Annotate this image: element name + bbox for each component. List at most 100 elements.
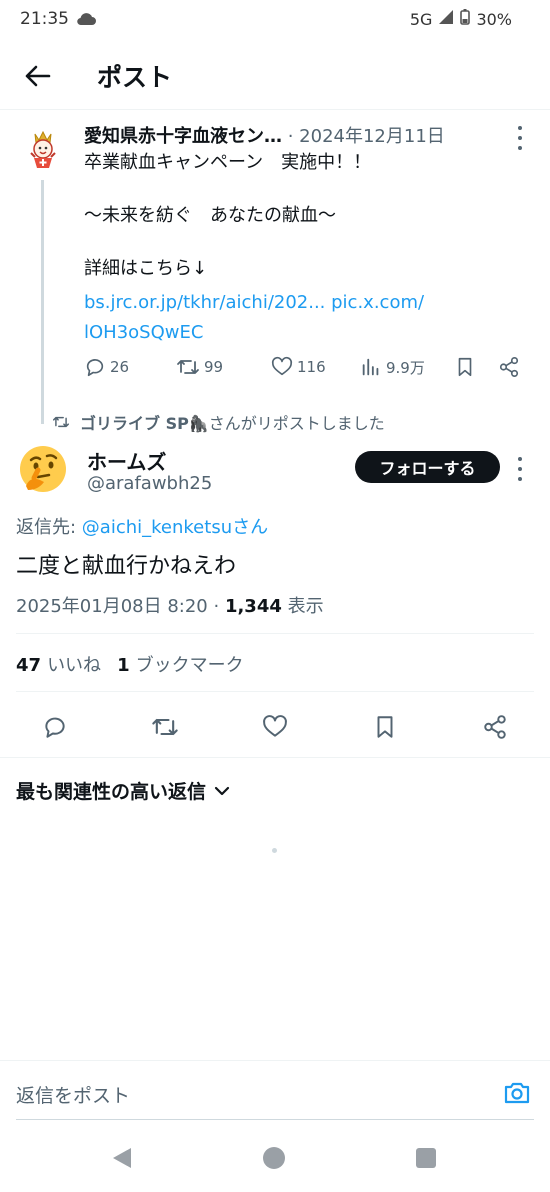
post-meta: 2025年01月08日 8:20 · 1,344 表示	[16, 592, 324, 618]
parent-post-header: 愛知県赤十字血液セン… · 2024年12月11日	[84, 122, 504, 148]
status-indicators: 5G 30%	[410, 9, 512, 29]
reply-composer: 返信をポスト	[0, 1060, 550, 1122]
bookmark-icon	[458, 357, 472, 377]
battery-percent: 30%	[476, 9, 512, 29]
system-home-button[interactable]	[263, 1147, 285, 1169]
post-timestamp[interactable]: 2025年01月08日 8:20 ·	[16, 596, 225, 617]
view-label: 表示	[281, 596, 324, 617]
status-time: 21:35	[20, 9, 69, 29]
parent-repost-button[interactable]: 99	[176, 356, 223, 378]
system-nav-bar	[0, 1124, 550, 1192]
repost-count: 99	[204, 358, 224, 376]
header: ポスト	[0, 42, 550, 110]
reposter-name: ゴリライブ SP🦍	[80, 414, 209, 433]
bookmarks-stat[interactable]: 1 ブックマーク	[117, 651, 244, 677]
repost-notice-suffix: さんがリポストしました	[208, 414, 385, 433]
parent-author-name[interactable]: 愛知県赤十字血液セン…	[84, 126, 282, 147]
mascot-avatar-icon	[30, 130, 56, 168]
main-post-text: 二度と献血行かねえわ	[16, 554, 237, 579]
likes-stat[interactable]: 47 いいね	[16, 651, 101, 677]
parent-text-line: 詳細はこちら↓	[84, 258, 208, 279]
heart-icon	[263, 715, 287, 737]
camera-icon	[504, 1082, 530, 1104]
reply-count: 26	[110, 358, 130, 376]
avatar[interactable]	[18, 444, 68, 494]
repost-icon	[53, 416, 70, 428]
follow-button[interactable]: フォローする	[355, 451, 500, 483]
repost-notice-text: ゴリライブ SP🦍さんがリポストしました	[80, 410, 385, 434]
main-action-bar	[0, 706, 550, 746]
reply-icon	[45, 717, 65, 738]
parent-bookmark-button[interactable]	[454, 356, 476, 378]
divider	[0, 757, 550, 758]
repost-notice[interactable]: ゴリライブ SP🦍さんがリポストしました	[52, 410, 385, 434]
bookmark-icon	[377, 716, 393, 738]
repost-icon	[177, 360, 199, 374]
reply-button[interactable]	[40, 712, 70, 742]
reply-sort-dropdown[interactable]: 最も関連性の高い返信	[16, 777, 230, 804]
like-count: 116	[297, 358, 326, 376]
parent-share-button[interactable]	[498, 356, 520, 378]
chevron-down-icon	[214, 786, 230, 795]
parent-action-bar: 26 99 116 9.9万	[84, 356, 534, 384]
parent-views-button[interactable]: 9.9万	[360, 356, 425, 378]
share-button[interactable]	[480, 712, 510, 742]
main-more-icon[interactable]	[512, 457, 528, 481]
engagement-stats: 47 いいね 1 ブックマーク	[16, 651, 244, 677]
parent-text-line	[84, 177, 524, 204]
likes-label: いいね	[47, 655, 102, 676]
reply-to-line: 返信先: @aichi_kenketsuさん	[16, 513, 268, 539]
triangle-back-icon	[113, 1148, 131, 1168]
cloud-icon	[76, 11, 96, 30]
signal-icon	[438, 9, 454, 29]
parent-text-line: 卒業献血キャンペーン 実施中！！	[84, 152, 372, 173]
status-bar: 21:35 5G 30%	[0, 0, 550, 38]
reply-to-prefix: 返信先:	[16, 517, 82, 538]
thinking-face-icon	[20, 446, 66, 492]
parent-post-date[interactable]: · 2024年12月11日	[282, 126, 445, 147]
parent-reply-button[interactable]: 26	[84, 356, 129, 378]
battery-icon	[460, 9, 471, 29]
repost-icon	[152, 718, 178, 736]
share-icon	[484, 715, 506, 739]
parent-text-line	[84, 230, 524, 257]
parent-post-text: 卒業献血キャンペーン 実施中！！ 〜未来を紡ぐ あなたの献血〜 詳細はこちら↓	[84, 150, 524, 283]
avatar[interactable]	[22, 128, 64, 170]
system-back-button[interactable]	[111, 1146, 133, 1174]
reply-sort-label: 最も関連性の高い返信	[16, 781, 207, 803]
parent-post[interactable]: 愛知県赤十字血液セン… · 2024年12月11日 卒業献血キャンペーン 実施中…	[0, 112, 550, 424]
repost-button[interactable]	[150, 712, 180, 742]
parent-post-link[interactable]: bs.jrc.or.jp/tkhr/aichi/202... pic.x.com…	[84, 288, 524, 348]
reply-input[interactable]: 返信をポスト	[16, 1081, 130, 1108]
reply-input-underline	[16, 1119, 534, 1120]
link-line[interactable]: lOH3oSQwEC	[84, 318, 524, 348]
thread-line	[41, 180, 44, 424]
back-button[interactable]	[22, 60, 54, 92]
like-button[interactable]	[260, 712, 290, 742]
page-title: ポスト	[97, 63, 173, 92]
view-count: 1,344	[224, 596, 282, 617]
arrow-left-icon	[25, 65, 51, 87]
likes-count: 47	[16, 655, 42, 676]
divider	[16, 633, 534, 634]
camera-button[interactable]	[503, 1080, 531, 1106]
system-recents-button[interactable]	[416, 1148, 436, 1168]
link-line[interactable]: bs.jrc.or.jp/tkhr/aichi/202... pic.x.com…	[84, 288, 524, 318]
reply-icon	[86, 359, 104, 377]
parent-more-icon[interactable]	[512, 126, 528, 150]
bookmarks-label: ブックマーク	[135, 655, 244, 676]
heart-icon	[271, 356, 293, 376]
bookmarks-count: 1	[117, 655, 130, 676]
analytics-icon	[362, 358, 379, 376]
view-count: 9.9万	[386, 358, 425, 377]
network-label: 5G	[409, 9, 433, 29]
main-author-name[interactable]: ホームズ	[87, 446, 166, 475]
loading-indicator	[272, 848, 277, 853]
main-author-handle[interactable]: @arafawbh25	[87, 473, 212, 494]
parent-text-line: 〜未来を紡ぐ あなたの献血〜	[84, 205, 336, 226]
divider	[16, 691, 534, 692]
bookmark-button[interactable]	[370, 712, 400, 742]
parent-like-button[interactable]: 116	[271, 356, 326, 378]
reply-to-mention[interactable]: @aichi_kenketsuさん	[82, 517, 268, 538]
share-icon	[499, 357, 519, 377]
